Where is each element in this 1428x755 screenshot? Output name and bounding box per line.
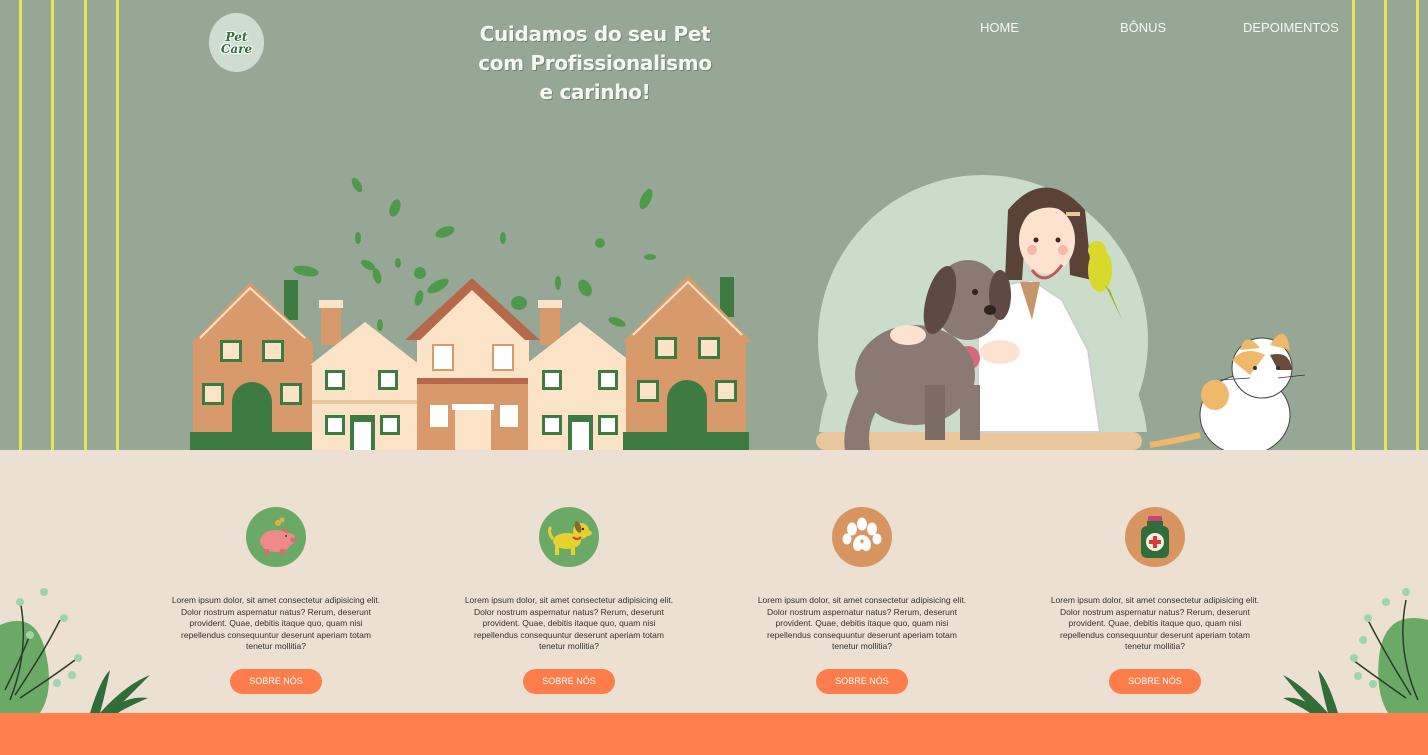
- hero-section: Pet Care Cuidamos do seu Pet com Profiss…: [0, 0, 1428, 450]
- feature-card: Lorem ipsum dolor, sit amet consectetur …: [459, 507, 679, 694]
- logo-text: Pet Care: [220, 29, 253, 56]
- feature-card: Lorem ipsum dolor, sit amet consectetur …: [1045, 507, 1265, 694]
- decorative-stripe: [84, 0, 87, 450]
- piggy-bank-icon: [246, 507, 306, 567]
- decorative-stripe: [1416, 0, 1419, 450]
- paw-print-icon: [832, 507, 892, 567]
- footer-bar: [0, 713, 1428, 755]
- houses-illustration: [190, 177, 752, 450]
- nav-home[interactable]: HOME: [980, 20, 1019, 35]
- decorative-stripe: [19, 0, 22, 450]
- sobre-nos-button[interactable]: SOBRE NÓS: [230, 668, 322, 694]
- nav-depoimentos[interactable]: DEPOIMENTOS: [1243, 20, 1339, 35]
- decorative-stripe: [1384, 0, 1387, 450]
- logo[interactable]: Pet Care: [209, 13, 264, 72]
- feature-card: Lorem ipsum dolor, sit amet consectetur …: [752, 507, 972, 694]
- decorative-stripe: [1352, 0, 1355, 450]
- sobre-nos-button[interactable]: SOBRE NÓS: [523, 668, 615, 694]
- feature-text: Lorem ipsum dolor, sit amet consectetur …: [757, 595, 967, 651]
- hero-tagline: Cuidamos do seu Pet com Profissionalismo…: [478, 22, 712, 104]
- features-section: Lorem ipsum dolor, sit amet consectetur …: [0, 450, 1428, 713]
- feature-text: Lorem ipsum dolor, sit amet consectetur …: [464, 595, 674, 651]
- feature-card: Lorem ipsum dolor, sit amet consectetur …: [166, 507, 386, 694]
- decorative-stripe: [116, 0, 119, 450]
- sobre-nos-button[interactable]: SOBRE NÓS: [816, 668, 908, 694]
- medicine-bottle-icon: [1125, 507, 1185, 567]
- decorative-stripe: [51, 0, 54, 450]
- nav-bonus[interactable]: BÔNUS: [1120, 20, 1166, 35]
- plant-decoration-left: [0, 588, 150, 713]
- feature-text: Lorem ipsum dolor, sit amet consectetur …: [171, 595, 381, 651]
- vet-illustration: [800, 175, 1310, 450]
- feature-text: Lorem ipsum dolor, sit amet consectetur …: [1050, 595, 1260, 651]
- sobre-nos-button[interactable]: SOBRE NÓS: [1109, 668, 1201, 694]
- dog-icon: [539, 507, 599, 567]
- plant-decoration-right: [1283, 588, 1428, 713]
